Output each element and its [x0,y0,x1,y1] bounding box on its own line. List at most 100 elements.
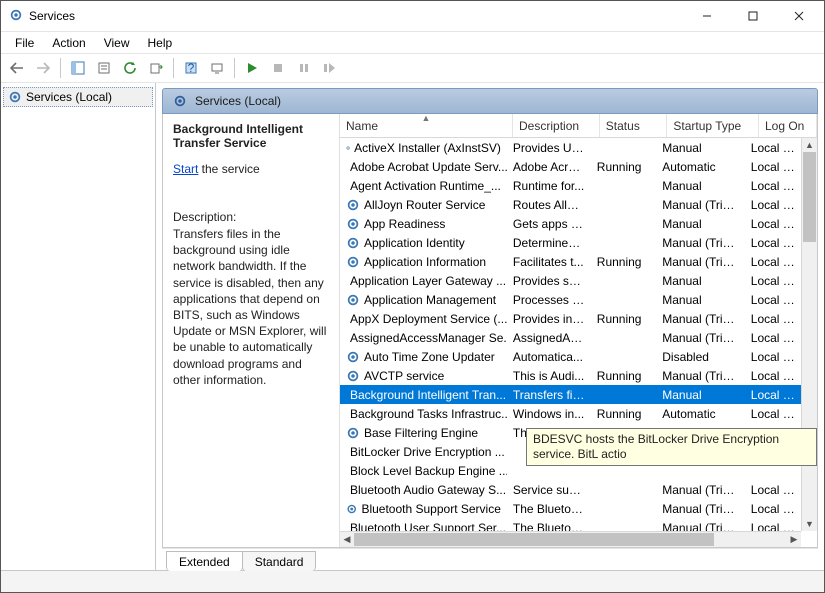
close-button[interactable] [776,1,822,31]
table-row[interactable]: AppX Deployment Service (...Provides inf… [340,309,801,328]
content-pane: Services (Local) Background Intelligent … [156,83,824,570]
col-startup-type[interactable]: Startup Type [667,114,759,137]
maximize-button[interactable] [730,1,776,31]
cell-log-on: Local Sy [745,521,801,532]
table-row[interactable]: Adobe Acrobat Update Serv...Adobe Acro..… [340,157,801,176]
col-description[interactable]: Description [513,114,600,137]
show-hide-tree-button[interactable] [66,56,90,80]
restart-service-button[interactable] [318,56,342,80]
toolbar-separator [234,58,235,78]
service-icon [346,426,360,440]
cell-description: Routes AllJo... [507,198,591,212]
table-row[interactable]: AssignedAccessManager Se...AssignedAc...… [340,328,801,347]
horizontal-scroll-thumb[interactable] [354,533,714,546]
service-icon [346,236,360,250]
cell-startup-type: Manual (Trig... [656,198,745,212]
cell-description: Gets apps re... [507,217,591,231]
cell-log-on: Local Sy [745,160,801,174]
cell-description: Facilitates t... [507,255,591,269]
cell-startup-type: Manual [656,388,745,402]
cell-startup-type: Manual (Trig... [656,312,745,326]
table-row[interactable]: Agent Activation Runtime_...Runtime for.… [340,176,801,195]
table-row[interactable]: Background Intelligent Tran...Transfers … [340,385,801,404]
table-row[interactable]: Bluetooth Audio Gateway S...Service sup.… [340,480,801,499]
back-button[interactable] [5,56,29,80]
table-row[interactable]: Bluetooth Support ServiceThe Bluetoo...M… [340,499,801,518]
table-row[interactable]: AVCTP serviceThis is Audi...RunningManua… [340,366,801,385]
forward-button[interactable] [31,56,55,80]
minimize-button[interactable] [684,1,730,31]
cell-status: Running [591,312,656,326]
description-label: Description: [173,210,329,224]
start-service-link[interactable]: Start [173,162,198,176]
cell-log-on: Local Sy [745,331,801,345]
cell-log-on: Local Se [745,274,801,288]
table-row[interactable]: Background Tasks Infrastruc...Windows in… [340,404,801,423]
table-row[interactable]: AllJoyn Router ServiceRoutes AllJo...Man… [340,195,801,214]
menu-file[interactable]: File [7,34,42,52]
sort-asc-icon: ▲ [422,114,431,123]
cell-name: Bluetooth Support Service [340,502,507,516]
stop-service-button[interactable] [266,56,290,80]
scroll-up-icon[interactable]: ▲ [802,138,817,152]
menu-help[interactable]: Help [140,34,181,52]
connect-computer-button[interactable] [205,56,229,80]
cell-description: Adobe Acro... [507,160,591,174]
table-row[interactable]: App ReadinessGets apps re...ManualLocal … [340,214,801,233]
cell-log-on: Local Sy [745,293,801,307]
cell-name: Block Level Backup Engine ... [340,464,507,478]
table-row[interactable]: Application IdentityDetermines ...Manual… [340,233,801,252]
export-list-button[interactable] [144,56,168,80]
scroll-left-icon[interactable]: ◀ [340,532,354,547]
cell-log-on: Local Sy [745,141,801,155]
content-header-label: Services (Local) [195,94,281,108]
col-name[interactable]: Name▲ [340,114,513,137]
vertical-scroll-thumb[interactable] [803,152,816,242]
col-log-on[interactable]: Log On [759,114,817,137]
tree-item-services-local[interactable]: Services (Local) [3,87,153,107]
horizontal-scrollbar[interactable]: ◀ ▶ [340,531,801,547]
cell-log-on: Local Se [745,369,801,383]
selected-service-name: Background Intelligent Transfer Service [173,122,329,150]
cell-startup-type: Automatic [656,407,745,421]
cell-name: AppX Deployment Service (... [340,312,507,326]
table-row[interactable]: Application InformationFacilitates t...R… [340,252,801,271]
cell-description: Automatica... [507,350,591,364]
properties-button[interactable] [92,56,116,80]
toolbar-separator [60,58,61,78]
tab-extended[interactable]: Extended [166,551,243,571]
table-row[interactable]: Application Layer Gateway ...Provides su… [340,271,801,290]
cell-name: App Readiness [340,217,507,231]
vertical-scrollbar[interactable]: ▲ ▼ [801,138,817,531]
start-service-button[interactable] [240,56,264,80]
cell-status: Running [591,255,656,269]
pause-service-button[interactable] [292,56,316,80]
content-header: Services (Local) [162,88,818,114]
table-row[interactable]: Application ManagementProcesses in...Man… [340,290,801,309]
cell-name: BitLocker Drive Encryption ... [340,445,507,459]
menu-action[interactable]: Action [44,34,93,52]
table-row[interactable]: ActiveX Installer (AxInstSV)Provides Us.… [340,138,801,157]
table-row[interactable]: Auto Time Zone UpdaterAutomatica...Disab… [340,347,801,366]
cell-description: Provides inf... [507,312,591,326]
cell-startup-type: Automatic [656,160,745,174]
col-status[interactable]: Status [600,114,668,137]
table-row[interactable]: Bluetooth User Support Ser...The Bluetoo… [340,518,801,531]
cell-description: This is Audi... [507,369,591,383]
help-button[interactable]: ? [179,56,203,80]
svg-text:?: ? [188,61,195,75]
scroll-down-icon[interactable]: ▼ [802,517,817,531]
toolbar-separator [173,58,174,78]
service-icon [346,255,360,269]
services-app-icon [9,8,23,25]
cell-name: Application Layer Gateway ... [340,274,507,288]
tab-standard[interactable]: Standard [242,551,317,571]
cell-name: AVCTP service [340,369,507,383]
cell-description: Determines ... [507,236,591,250]
scroll-right-icon[interactable]: ▶ [787,532,801,547]
tree-pane: Services (Local) [1,83,156,570]
start-service-line: Start the service [173,162,329,176]
refresh-button[interactable] [118,56,142,80]
cell-name: Agent Activation Runtime_... [340,179,507,193]
menu-view[interactable]: View [96,34,138,52]
